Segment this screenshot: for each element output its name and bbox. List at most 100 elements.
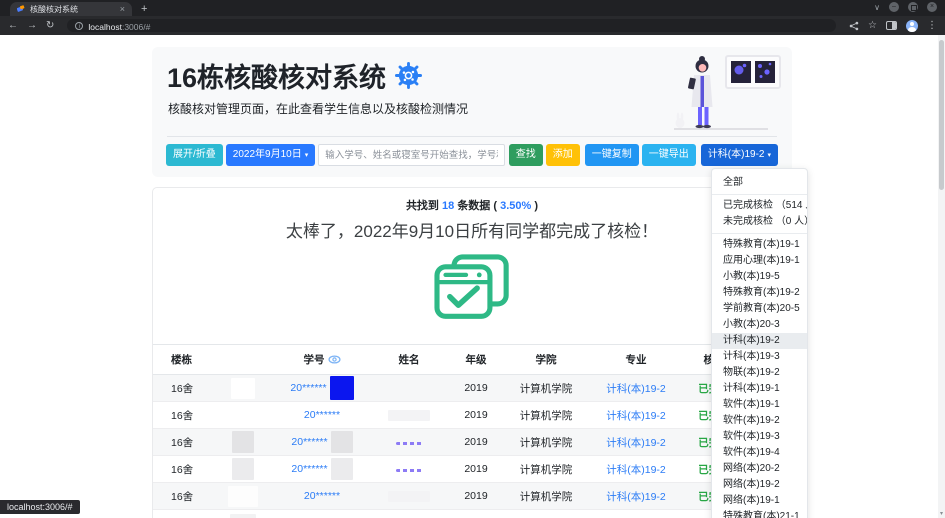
tab-search-icon[interactable]: ∨	[874, 3, 880, 12]
find-button[interactable]: 查找	[509, 144, 543, 166]
dropdown-item-class[interactable]: 软件(本)19-4	[712, 445, 807, 461]
window-minimize-button[interactable]: –	[889, 2, 899, 12]
copy-all-button[interactable]: 一键复制	[585, 144, 639, 166]
dropdown-item-class[interactable]: 小教(本)20-3	[712, 317, 807, 333]
dropdown-item-class[interactable]: 计科(本)19-3	[712, 349, 807, 365]
scrollbar-thumb[interactable]	[939, 40, 944, 190]
dropdown-item-class[interactable]: 软件(本)19-3	[712, 429, 807, 445]
reload-icon[interactable]: ↻	[46, 21, 54, 31]
table-row: 16舍 20****** 2019 计算机学院 计科(本)19-2 已完成	[153, 375, 791, 402]
dropdown-divider	[712, 194, 807, 195]
student-id-link[interactable]: 20******	[290, 382, 326, 394]
col-room-redacted	[211, 345, 275, 375]
dropdown-item-class[interactable]: 特殊教育(本)19-2	[712, 285, 807, 301]
dropdown-item-class[interactable]: 小教(本)19-5	[712, 269, 807, 285]
dropdown-item-class[interactable]: 特殊教育(本)19-1	[712, 237, 807, 253]
page-title-row: 16栋核酸核对系统	[167, 56, 422, 95]
dropdown-item-class[interactable]: 网络(本)20-2	[712, 461, 807, 477]
dropdown-item-class[interactable]: 物联(本)19-2	[712, 365, 807, 381]
class-filter-button[interactable]: 计科(本)19-2▾	[701, 144, 778, 166]
window-close-button[interactable]: ×	[927, 2, 937, 12]
dropdown-item-class[interactable]: 软件(本)19-2	[712, 413, 807, 429]
redaction-block-blue	[330, 376, 354, 400]
table-row: 16舍 20****** 2019 计算机学院 计科(本)19-2 已完成	[153, 510, 791, 518]
url-path: :3006/#	[122, 22, 150, 32]
result-count-number: 18	[442, 200, 454, 212]
browser-window: 核酸核对系统 × + ∨ – × ← → ↻ i localhost:3006/…	[0, 0, 945, 518]
site-info-icon[interactable]: i	[75, 22, 83, 30]
dropdown-item-class-selected[interactable]: 计科(本)19-2	[712, 333, 807, 349]
window-maximize-button[interactable]	[908, 2, 918, 12]
dropdown-item-class[interactable]: 网络(本)19-1	[712, 493, 807, 509]
dropdown-item-class[interactable]: 软件(本)19-1	[712, 397, 807, 413]
dropdown-item-class[interactable]: 应用心理(本)19-1	[712, 253, 807, 269]
forward-icon[interactable]: →	[27, 21, 37, 31]
major-link[interactable]: 计科(本)19-2	[606, 410, 666, 422]
redaction-scribble	[396, 442, 422, 445]
tab-title: 核酸核对系统	[30, 4, 115, 15]
scrollbar-down-arrow-icon[interactable]: ▾	[938, 510, 945, 518]
share-icon[interactable]	[849, 21, 859, 31]
dropdown-item-all[interactable]: 全部	[712, 175, 807, 191]
divider	[167, 136, 777, 137]
major-link[interactable]: 计科(本)19-2	[606, 383, 666, 395]
major-link[interactable]: 计科(本)19-2	[606, 464, 666, 476]
profile-avatar[interactable]	[906, 20, 918, 32]
browser-navbar: ← → ↻ i localhost:3006/# ☆ ⋮	[0, 16, 945, 35]
dropdown-item-class[interactable]: 学前教育(本)20-5	[712, 301, 807, 317]
table-header-row: 楼栋 学号 姓名 年级 学院 专业 核检	[153, 345, 791, 375]
dropdown-item-class[interactable]: 计科(本)19-1	[712, 381, 807, 397]
table-row: 16舍 20****** 2019 计算机学院 计科(本)19-2 已完成	[153, 456, 791, 483]
table-row: 16舍 20****** 2019 计算机学院 计科(本)19-2 已完成	[153, 429, 791, 456]
student-id-link[interactable]: 20******	[291, 463, 327, 475]
page-scrollbar[interactable]: ▾	[938, 35, 945, 518]
col-building: 楼栋	[153, 345, 211, 375]
toolbar: 展开/折叠 2022年9月10日▾ 查找 添加 一键复制 一键导出 计科(本)1…	[166, 144, 778, 166]
virus-icon	[395, 62, 422, 89]
redaction-block	[388, 410, 430, 421]
dropdown-item-class[interactable]: 网络(本)19-2	[712, 477, 807, 493]
redaction-block	[331, 458, 353, 480]
col-major: 专业	[589, 345, 683, 375]
bookmark-star-icon[interactable]: ☆	[868, 21, 877, 31]
tab-close-icon[interactable]: ×	[120, 5, 125, 14]
redaction-block	[232, 458, 254, 480]
table-row: 16舍 20****** 2019 计算机学院 计科(本)19-2 已完成	[153, 483, 791, 510]
redaction-block	[232, 431, 254, 453]
search-input[interactable]	[318, 144, 505, 166]
dropdown-item-uncompleted[interactable]: 未完成核检 （0 人）	[712, 214, 807, 230]
eye-icon[interactable]	[328, 355, 341, 364]
caret-down-icon: ▾	[305, 152, 309, 159]
page-content: 16栋核酸核对系统 核酸核对管理页面，在此查看学生信息以及核酸检测情况	[0, 35, 945, 518]
add-button[interactable]: 添加	[546, 144, 580, 166]
expand-collapse-button[interactable]: 展开/折叠	[166, 144, 223, 166]
redaction-block	[331, 431, 353, 453]
success-message: 太棒了，2022年9月10日所有同学都完成了核检！	[153, 217, 791, 242]
dropdown-item-class[interactable]: 特殊教育(本)21-1	[712, 509, 807, 518]
student-id-link[interactable]: 20******	[291, 436, 327, 448]
back-icon[interactable]: ←	[8, 21, 18, 31]
results-card: 共找到 18 条数据 ( 3.50% ) 太棒了，2022年9月10日所有同学都…	[152, 187, 792, 518]
redaction-block	[388, 491, 430, 502]
col-name: 姓名	[369, 345, 449, 375]
dropdown-divider	[712, 233, 807, 234]
dropdown-item-completed[interactable]: 已完成核检 （514 人）	[712, 198, 807, 214]
hero-card: 16栋核酸核对系统 核酸核对管理页面，在此查看学生信息以及核酸检测情况	[152, 47, 792, 177]
student-id-link[interactable]: 20******	[304, 409, 340, 421]
students-table: 楼栋 学号 姓名 年级 学院 专业 核检 16舍	[153, 344, 791, 518]
browser-tab[interactable]: 核酸核对系统 ×	[10, 2, 132, 16]
menu-kebab-icon[interactable]: ⋮	[927, 21, 937, 31]
new-tab-button[interactable]: +	[141, 2, 147, 16]
major-link[interactable]: 计科(本)19-2	[606, 437, 666, 449]
table-row: 16舍 20****** 2019 计算机学院 计科(本)19-2 已完成	[153, 402, 791, 429]
tab-strip: 核酸核对系统 × + ∨ – ×	[0, 0, 945, 16]
address-bar[interactable]: i localhost:3006/#	[67, 19, 836, 32]
date-dropdown-button[interactable]: 2022年9月10日▾	[226, 144, 315, 166]
sidepanel-icon[interactable]	[886, 21, 897, 30]
tab-favicon	[17, 5, 25, 13]
major-link[interactable]: 计科(本)19-2	[606, 491, 666, 503]
redaction-block	[228, 486, 258, 507]
col-student-id: 学号	[275, 345, 369, 375]
export-button[interactable]: 一键导出	[642, 144, 696, 166]
student-id-link[interactable]: 20******	[304, 490, 340, 502]
